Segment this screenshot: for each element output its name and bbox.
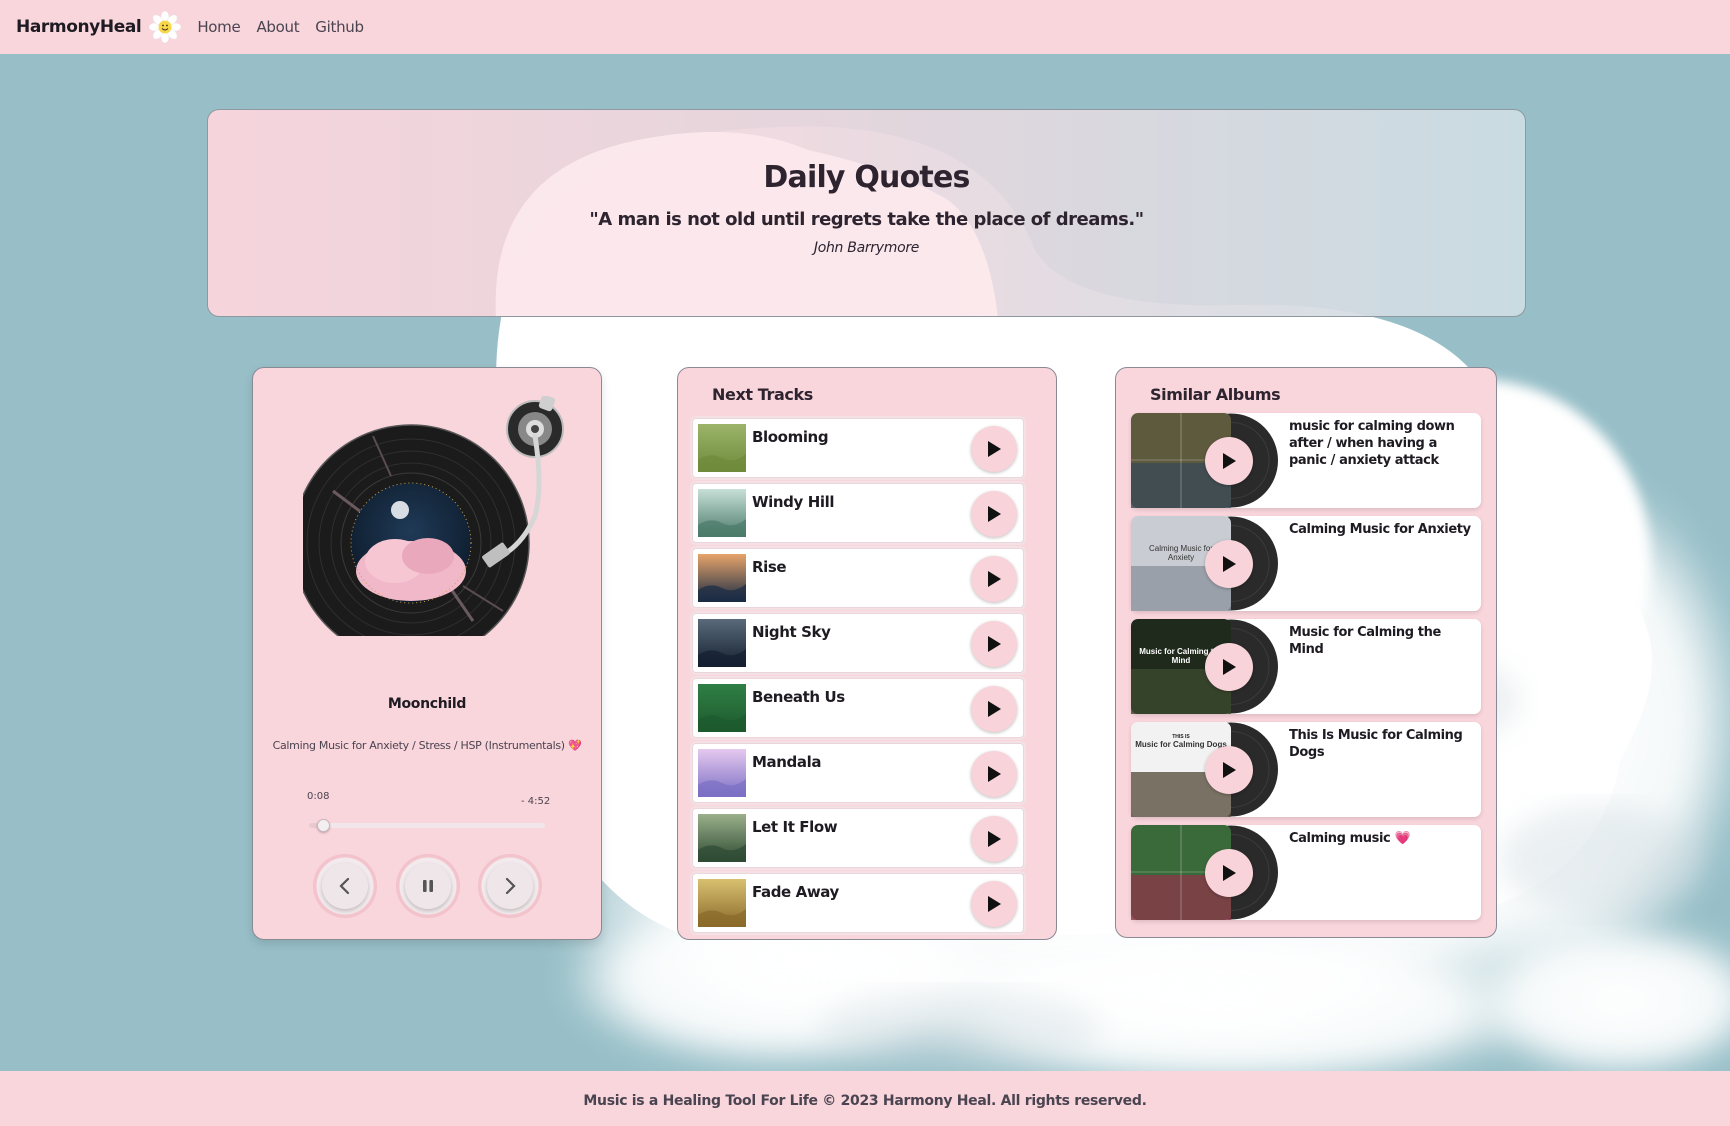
next-tracks-title: Next Tracks — [712, 385, 813, 404]
album-item[interactable]: Calming music 💗 — [1131, 825, 1481, 920]
previous-button[interactable] — [313, 854, 377, 918]
daisy-smiley-icon — [149, 11, 182, 43]
track-play-button[interactable] — [971, 426, 1017, 472]
track-play-button[interactable] — [971, 621, 1017, 667]
play-icon — [988, 701, 1001, 717]
nav-github-link[interactable]: Github — [315, 18, 364, 36]
track-item[interactable]: Night Sky — [692, 613, 1024, 673]
album-item[interactable]: Music for Calming the Mind Music for Calm… — [1131, 619, 1481, 714]
track-play-button[interactable] — [971, 491, 1017, 537]
daily-quote-panel: Daily Quotes "A man is not old until reg… — [207, 109, 1526, 317]
progress-thumb[interactable] — [317, 819, 331, 832]
music-player-card: Moonchild Calming Music for Anxiety / St… — [252, 367, 602, 940]
album-cover-text: Music for Calming Dogs — [1135, 740, 1227, 749]
album-play-button[interactable] — [1205, 746, 1253, 794]
track-name: Beneath Us — [752, 688, 845, 706]
play-icon — [988, 896, 1001, 912]
track-name: Let It Flow — [752, 818, 838, 836]
track-name: Rise — [752, 558, 787, 576]
play-icon — [988, 831, 1001, 847]
track-name: Fade Away — [752, 883, 839, 901]
next-button[interactable] — [478, 854, 542, 918]
album-item[interactable]: music for calming down after / when havi… — [1131, 413, 1481, 508]
track-item[interactable]: Windy Hill — [692, 483, 1024, 543]
album-name: This Is Music for Calming Dogs — [1289, 728, 1463, 760]
time-remaining: - 4:52 — [521, 796, 551, 807]
next-tracks-card: Next Tracks Blooming Windy Hill Rise Night … — [677, 367, 1057, 940]
nav-about-link[interactable]: About — [256, 18, 299, 36]
track-item[interactable]: Mandala — [692, 743, 1024, 803]
quote-author: John Barrymore — [813, 240, 920, 256]
footer-copyright: Music is a Healing Tool For Life © 2023 … — [583, 1093, 1147, 1109]
brand-logo-text[interactable]: HarmonyHeal — [16, 17, 142, 37]
navbar: HarmonyHeal Home About Github — [0, 0, 1730, 54]
track-cover-image — [698, 749, 746, 797]
track-play-button[interactable] — [971, 686, 1017, 732]
album-item[interactable]: Calming Music for Anxiety Calming Music f… — [1131, 516, 1481, 611]
pause-icon — [423, 880, 433, 892]
track-cover-image — [698, 814, 746, 862]
play-icon — [988, 441, 1001, 457]
album-play-button[interactable] — [1205, 849, 1253, 897]
chevron-left-icon — [339, 877, 350, 895]
play-icon — [1223, 865, 1236, 881]
track-cover-image — [698, 879, 746, 927]
track-item[interactable]: Beneath Us — [692, 678, 1024, 738]
now-playing-artist: Calming Music for Anxiety / Stress / HSP… — [272, 739, 582, 752]
track-item[interactable]: Fade Away — [692, 873, 1024, 933]
album-play-button[interactable] — [1205, 643, 1253, 691]
play-icon — [988, 636, 1001, 652]
now-playing-title: Moonchild — [387, 696, 467, 712]
album-play-button[interactable] — [1205, 540, 1253, 588]
play-icon — [988, 571, 1001, 587]
album-name: Calming Music for Anxiety — [1289, 522, 1471, 537]
chevron-right-icon — [505, 877, 516, 895]
track-item[interactable]: Blooming — [692, 418, 1024, 478]
play-icon — [988, 766, 1001, 782]
track-item[interactable]: Let It Flow — [692, 808, 1024, 868]
pause-button[interactable] — [396, 854, 460, 918]
nav-home-link[interactable]: Home — [197, 18, 240, 36]
track-item[interactable]: Rise — [692, 548, 1024, 608]
footer: Music is a Healing Tool For Life © 2023 … — [0, 1071, 1730, 1126]
play-icon — [1223, 453, 1236, 469]
progress-slider[interactable] — [309, 819, 545, 832]
album-name: Calming music 💗 — [1289, 831, 1411, 846]
play-icon — [1223, 659, 1236, 675]
similar-albums-card: Similar Albums music for calming down af… — [1115, 367, 1497, 938]
album-item[interactable]: THIS IS Music for Calming Dogs This Is Mus… — [1131, 722, 1481, 817]
track-name: Night Sky — [752, 623, 831, 641]
quote-text: "A man is not old until regrets take the… — [589, 209, 1144, 230]
track-play-button[interactable] — [971, 556, 1017, 602]
album-name: Music for Calming the Mind — [1289, 625, 1441, 657]
quote-title: Daily Quotes — [763, 160, 970, 195]
vinyl-record-turntable — [303, 396, 564, 636]
album-name: music for calming down after / when havi… — [1289, 419, 1455, 468]
time-elapsed: 0:08 — [307, 791, 330, 802]
track-play-button[interactable] — [971, 881, 1017, 927]
track-play-button[interactable] — [971, 751, 1017, 797]
track-cover-image — [698, 424, 746, 472]
track-cover-image — [698, 619, 746, 667]
play-icon — [1223, 556, 1236, 572]
track-cover-image — [698, 554, 746, 602]
play-icon — [988, 506, 1001, 522]
album-play-button[interactable] — [1205, 437, 1253, 485]
track-name: Blooming — [752, 428, 829, 446]
track-name: Mandala — [752, 753, 822, 771]
track-cover-image — [698, 684, 746, 732]
track-cover-image — [698, 489, 746, 537]
track-name: Windy Hill — [752, 493, 835, 511]
track-play-button[interactable] — [971, 816, 1017, 862]
play-icon — [1223, 762, 1236, 778]
similar-albums-title: Similar Albums — [1150, 385, 1281, 404]
